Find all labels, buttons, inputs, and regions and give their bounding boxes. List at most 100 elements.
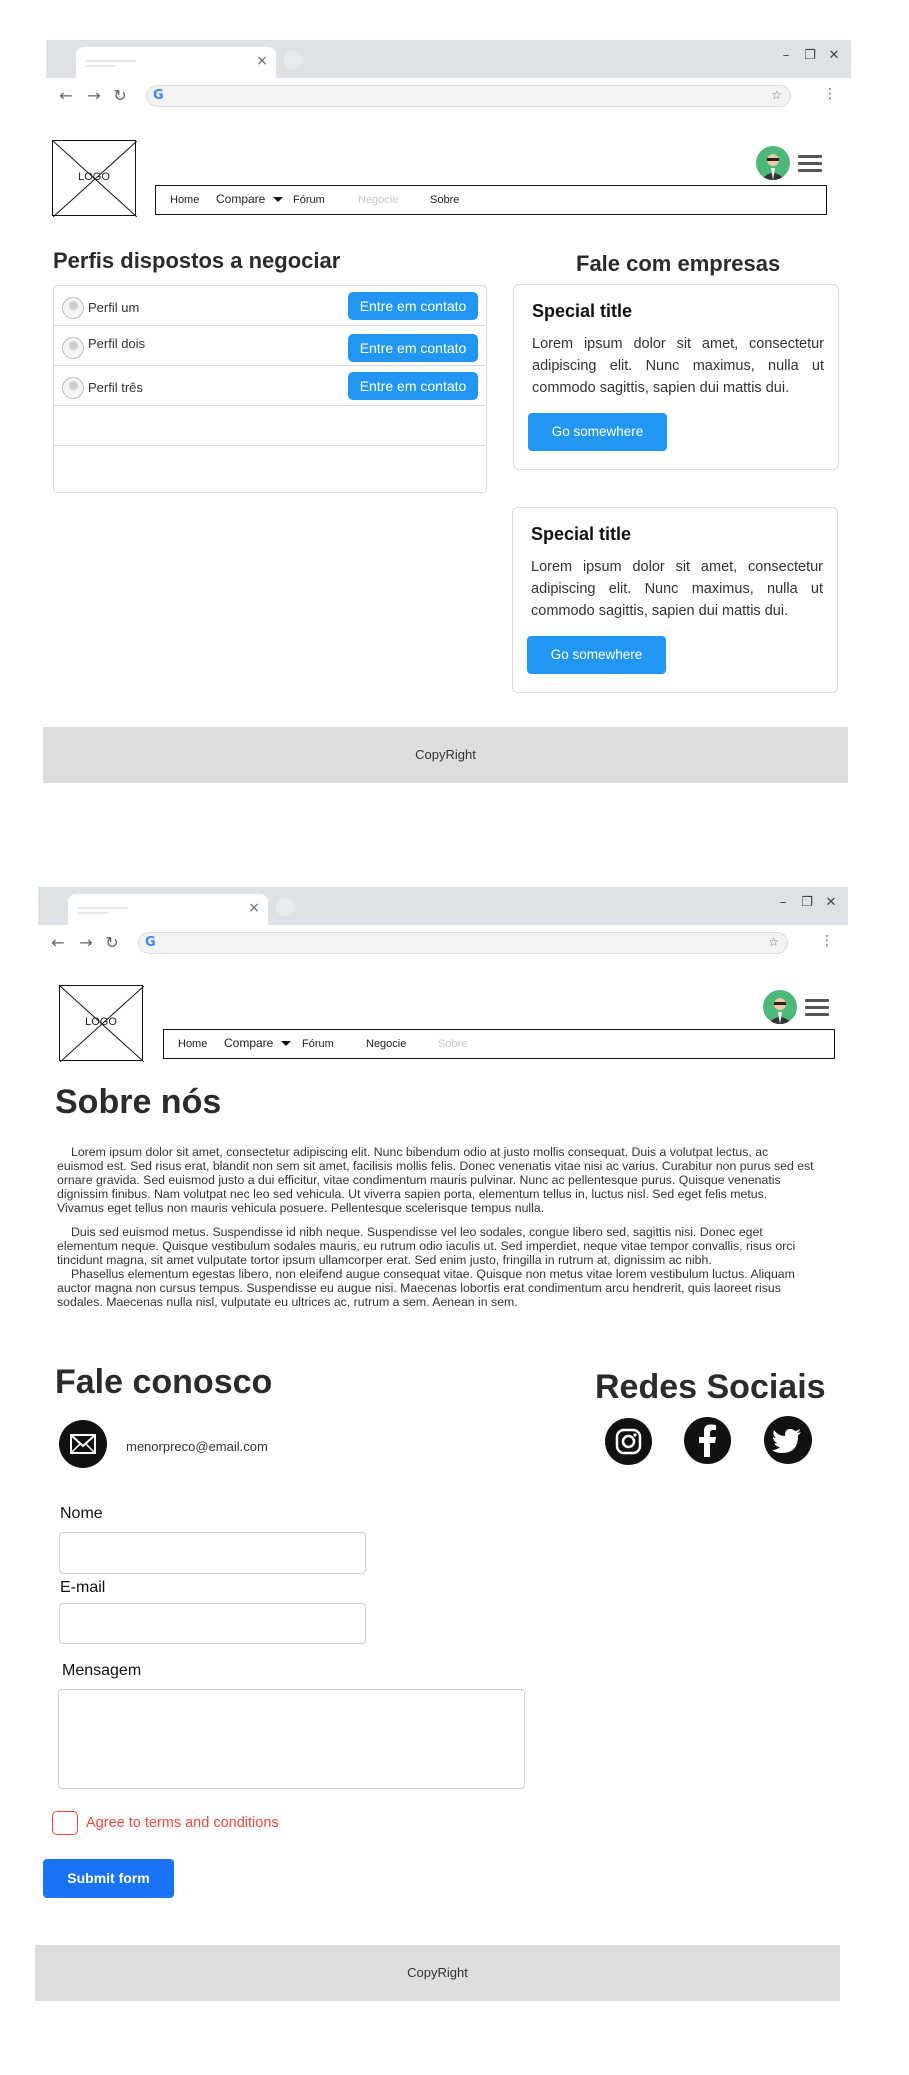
close-window-icon[interactable]: ✕ [827,48,841,63]
logo-text: LOGO [78,171,110,183]
company-card: Special title Lorem ipsum dolor sit amet… [512,507,838,693]
window-controls: – ❐ ✕ [776,895,838,910]
profile-name: Perfil um [88,300,140,315]
restore-icon[interactable]: ❐ [800,895,814,910]
tab-bar: × – ❐ ✕ [46,40,851,79]
logo[interactable]: LOGO [59,985,144,1062]
contact-email[interactable]: menorpreco@email.com [126,1439,268,1454]
minimize-icon[interactable]: – [776,895,790,910]
restore-icon[interactable]: ❐ [803,48,817,63]
card-text: Lorem ipsum dolor sit amet, consectetur … [531,559,823,619]
footer: CopyRight [43,727,848,783]
main-nav: Home Compare Fórum Negocie Sobre [163,1029,835,1059]
about-paragraph: Phasellus elementum egestas libero, non … [57,1267,795,1309]
browser-toolbar: ← → ↻ G ☆ ⋮ [46,78,851,114]
address-bar[interactable]: G ☆ [138,932,788,954]
bookmark-star-icon[interactable]: ☆ [768,935,779,949]
tab-bar: × – ❐ ✕ [38,887,848,926]
list-item: Perfil três Entre em contato [54,366,486,406]
bookmark-star-icon[interactable]: ☆ [771,88,782,102]
logo-text: LOGO [85,1016,117,1028]
name-label: Nome [60,1505,103,1522]
name-field[interactable] [59,1532,366,1574]
list-item: Perfil um Entre em contato [54,286,486,326]
close-window-icon[interactable]: ✕ [824,895,838,910]
email-field[interactable] [59,1603,366,1644]
companies-title: Fale com empresas [576,251,781,276]
message-textarea[interactable] [58,1689,525,1789]
user-avatar[interactable] [763,990,797,1024]
nav-compare[interactable]: Compare [224,1036,292,1050]
list-item-empty [54,446,486,486]
hamburger-menu-icon[interactable] [805,999,829,1017]
agree-checkbox[interactable] [52,1811,78,1835]
browser-tab[interactable]: × [68,894,268,926]
go-somewhere-button[interactable]: Go somewhere [528,413,667,451]
close-icon[interactable]: × [246,900,262,916]
caret-down-icon [273,197,284,203]
contact-button[interactable]: Entre em contato [348,372,478,400]
user-avatar[interactable] [756,146,790,180]
minimize-icon[interactable]: – [779,48,793,63]
profiles-title: Perfis dispostos a negociar [53,248,341,273]
nav-about[interactable]: Sobre [430,194,459,206]
list-item-empty [54,406,486,446]
profile-avatar-icon [62,297,84,319]
back-icon[interactable]: ← [56,86,76,105]
browser-toolbar: ← → ↻ G ☆ ⋮ [38,925,848,961]
browser-window-1: × – ❐ ✕ ← → ↻ G ☆ ⋮ [46,40,851,116]
browser-window-2: × – ❐ ✕ ← → ↻ G ☆ ⋮ [38,887,848,963]
reload-icon[interactable]: ↻ [102,933,122,952]
profile-name: Perfil três [88,380,143,395]
twitter-icon[interactable] [764,1416,812,1464]
facebook-icon[interactable] [684,1417,731,1464]
browser-tab[interactable]: × [76,47,276,79]
caret-down-icon [281,1041,292,1047]
forward-icon[interactable]: → [84,86,104,105]
message-label: Mensagem [62,1662,142,1679]
card-text: Lorem ipsum dolor sit amet, consectetur … [532,336,824,396]
email-envelope-icon [59,1420,107,1468]
logo[interactable]: LOGO [52,140,137,217]
forward-icon[interactable]: → [76,933,96,952]
nav-compare[interactable]: Compare [216,192,284,206]
nav-compare-label: Compare [216,192,266,206]
google-icon: G [145,935,156,950]
nav-forum[interactable]: Fórum [293,194,325,206]
agree-label[interactable]: Agree to terms and conditions [86,1815,279,1831]
nav-about[interactable]: Sobre [438,1038,467,1050]
contact-button[interactable]: Entre em contato [348,292,478,320]
close-icon[interactable]: × [254,53,270,69]
about-title: Sobre nós [55,1083,222,1121]
hamburger-menu-icon[interactable] [798,155,822,173]
contact-button[interactable]: Entre em contato [348,334,478,362]
footer: CopyRight [35,1945,840,2001]
new-tab-icon[interactable] [284,51,302,69]
about-paragraph: Duis sed euismod metus. Suspendisse id n… [57,1225,796,1267]
back-icon[interactable]: ← [48,933,68,952]
menu-kebab-icon[interactable]: ⋮ [823,86,837,102]
address-bar[interactable]: G ☆ [146,85,791,107]
nav-negotiate[interactable]: Negocie [366,1038,406,1050]
submit-button[interactable]: Submit form [43,1859,174,1898]
profile-name: Perfil dois [88,336,146,351]
main-nav: Home Compare Fórum Negocie Sobre [155,185,827,215]
profile-list: Perfil um Entre em contato Perfil dois E… [53,285,487,493]
nav-negotiate[interactable]: Negocie [358,194,398,206]
nav-forum[interactable]: Fórum [302,1038,334,1050]
instagram-icon[interactable] [605,1418,652,1465]
email-label: E-mail [60,1579,106,1596]
contact-title: Fale conosco [55,1363,273,1401]
new-tab-icon[interactable] [276,898,294,916]
menu-kebab-icon[interactable]: ⋮ [820,933,834,949]
nav-home[interactable]: Home [178,1038,207,1050]
card-title: Special title [531,524,632,544]
card-title: Special title [532,301,633,321]
about-text: Lorem ipsum dolor sit amet, consectetur … [57,1145,817,1309]
list-item: Perfil dois Entre em contato [54,326,486,366]
google-icon: G [153,88,164,103]
go-somewhere-button[interactable]: Go somewhere [527,636,666,674]
nav-home[interactable]: Home [170,194,199,206]
nav-compare-label: Compare [224,1036,274,1050]
reload-icon[interactable]: ↻ [110,86,130,105]
